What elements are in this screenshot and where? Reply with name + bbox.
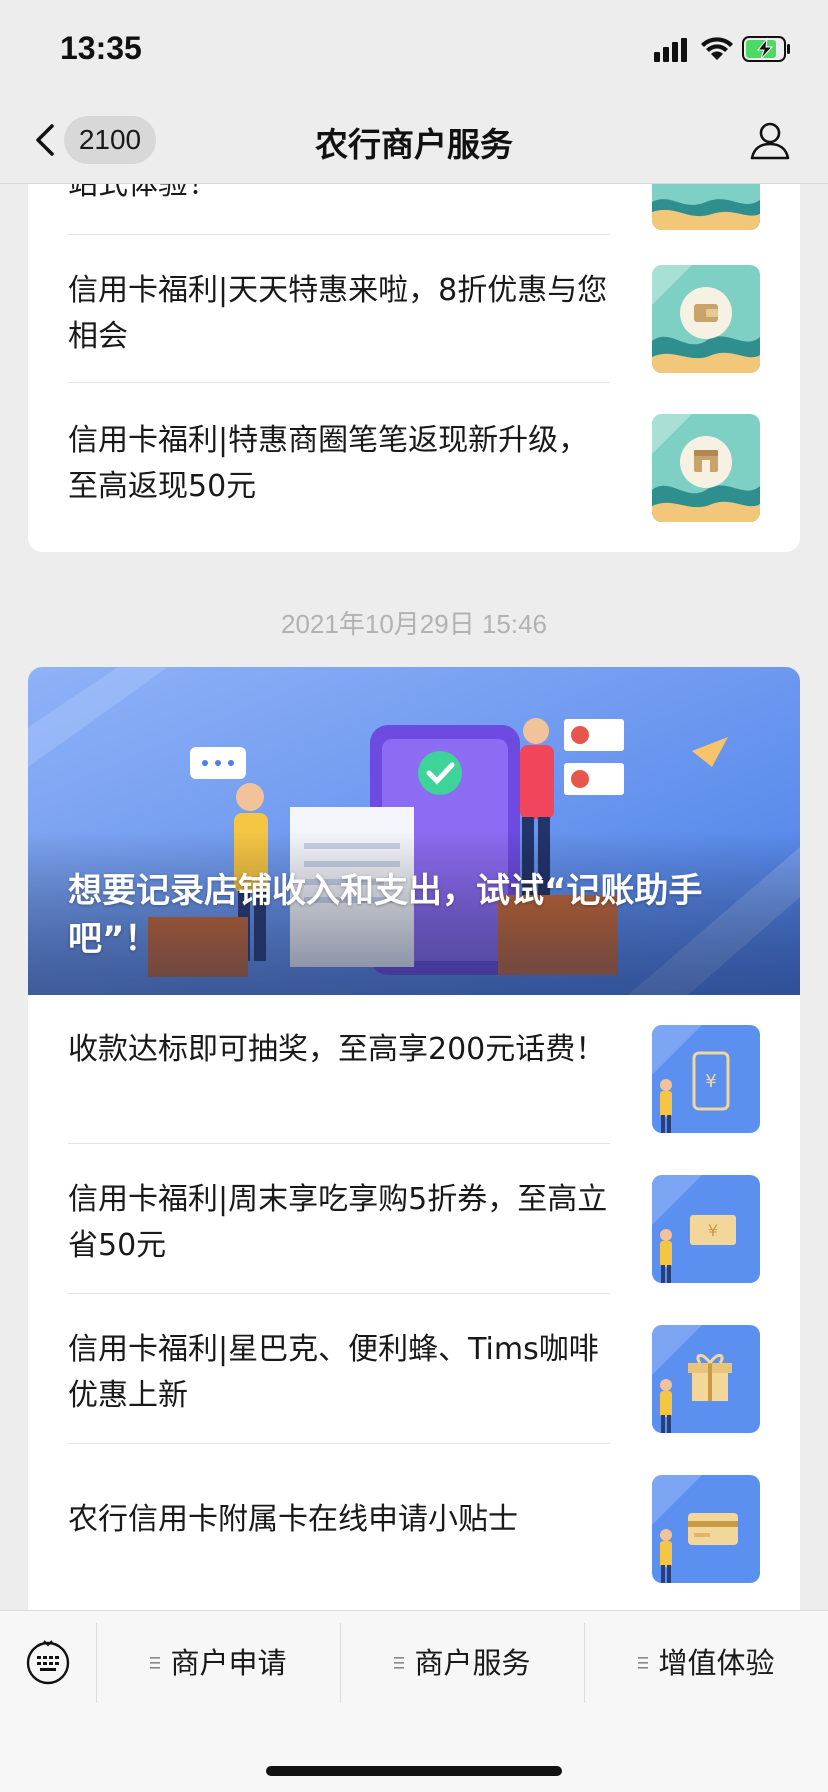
wallet-icon [652,265,760,373]
status-bar: 13:35 [0,0,828,96]
list-item[interactable]: 信用卡福利|天天特惠来啦，8折优惠与您相会 [68,244,760,394]
submenu-lines-icon [394,1657,405,1669]
list-item[interactable]: 信用卡福利|星巴克、便利蜂、Tims咖啡优惠上新 [68,1295,760,1445]
svg-text:¥: ¥ [708,1221,718,1240]
home-indicator[interactable] [266,1766,562,1776]
article-title: 信用卡福利|周末享吃享购5折券，至高立省50元 [68,1182,608,1263]
keyboard-icon[interactable] [24,1637,72,1685]
list-item[interactable]: 收款达标即可抽奖，至高享200元话费！ ¥ [68,995,760,1145]
article-title: 站式体验！ [68,184,218,202]
article-title: 信用卡福利|星巴克、便利蜂、Tims咖啡优惠上新 [68,1332,599,1413]
hero-banner[interactable]: 想要记录店铺收入和支出，试试“记账助手吧”！ [28,667,800,995]
signal-icon [654,38,688,62]
article-thumbnail [652,184,760,230]
divider [68,1443,610,1444]
hero-title: 想要记录店铺收入和支出，试试“记账助手吧”！ [68,871,703,959]
list-item[interactable]: 农行信用卡附属卡在线申请小贴士 [68,1445,760,1595]
card-icon [652,1475,760,1583]
menu-label: 商户服务 [414,1646,531,1680]
divider [68,382,610,383]
svg-text:¥: ¥ [705,1071,716,1092]
phone-yuan-icon: ¥ [652,1025,760,1133]
divider [68,234,610,235]
menu-merchant-apply[interactable]: 商户申请 [97,1623,340,1703]
message-list[interactable]: 站式体验！ 信用卡福利|天天特惠来啦，8折优惠与您相会 信用卡福利|特惠商圈笔笔… [0,184,828,1610]
list-item[interactable]: 站式体验！ [68,184,760,230]
submenu-lines-icon [638,1657,649,1669]
article-title: 信用卡福利|特惠商圈笔笔返现新升级，至高返现50元 [68,423,589,504]
nav-bar: 2100 农行商户服务 [0,96,828,184]
gift-icon [652,1325,760,1433]
submenu-lines-icon [150,1657,161,1669]
article-card-previous: 站式体验！ 信用卡福利|天天特惠来啦，8折优惠与您相会 信用卡福利|特惠商圈笔笔… [28,184,800,552]
menu-label: 商户申请 [170,1646,287,1680]
article-card: 想要记录店铺收入和支出，试试“记账助手吧”！ 收款达标即可抽奖，至高享200元话… [28,667,800,1610]
battery-charging-icon [742,36,790,62]
menu-merchant-service[interactable]: 商户服务 [341,1623,584,1703]
wifi-icon [701,37,733,60]
menu-value-added[interactable]: 增值体验 [585,1623,828,1703]
divider [68,1293,610,1294]
shop-icon [652,414,760,522]
article-title: 信用卡福利|天天特惠来啦，8折优惠与您相会 [68,273,608,354]
profile-icon[interactable] [748,118,792,162]
page-title: 农行商户服务 [315,125,513,164]
article-title: 农行信用卡附属卡在线申请小贴士 [68,1502,518,1537]
coupon-icon: ¥ [652,1175,760,1283]
status-time: 13:35 [60,30,142,66]
message-timestamp: 2021年10月29日 15:46 [281,609,547,639]
list-item[interactable]: 信用卡福利|周末享吃享购5折券，至高立省50元 ¥ [68,1145,760,1295]
divider [68,1143,610,1144]
article-title: 收款达标即可抽奖，至高享200元话费！ [68,1032,606,1067]
menu-label: 增值体验 [658,1646,775,1680]
list-item[interactable]: 信用卡福利|特惠商圈笔笔返现新升级，至高返现50元 [68,392,760,542]
custom-menu-bar: 商户申请 商户服务 增值体验 [0,1610,828,1792]
